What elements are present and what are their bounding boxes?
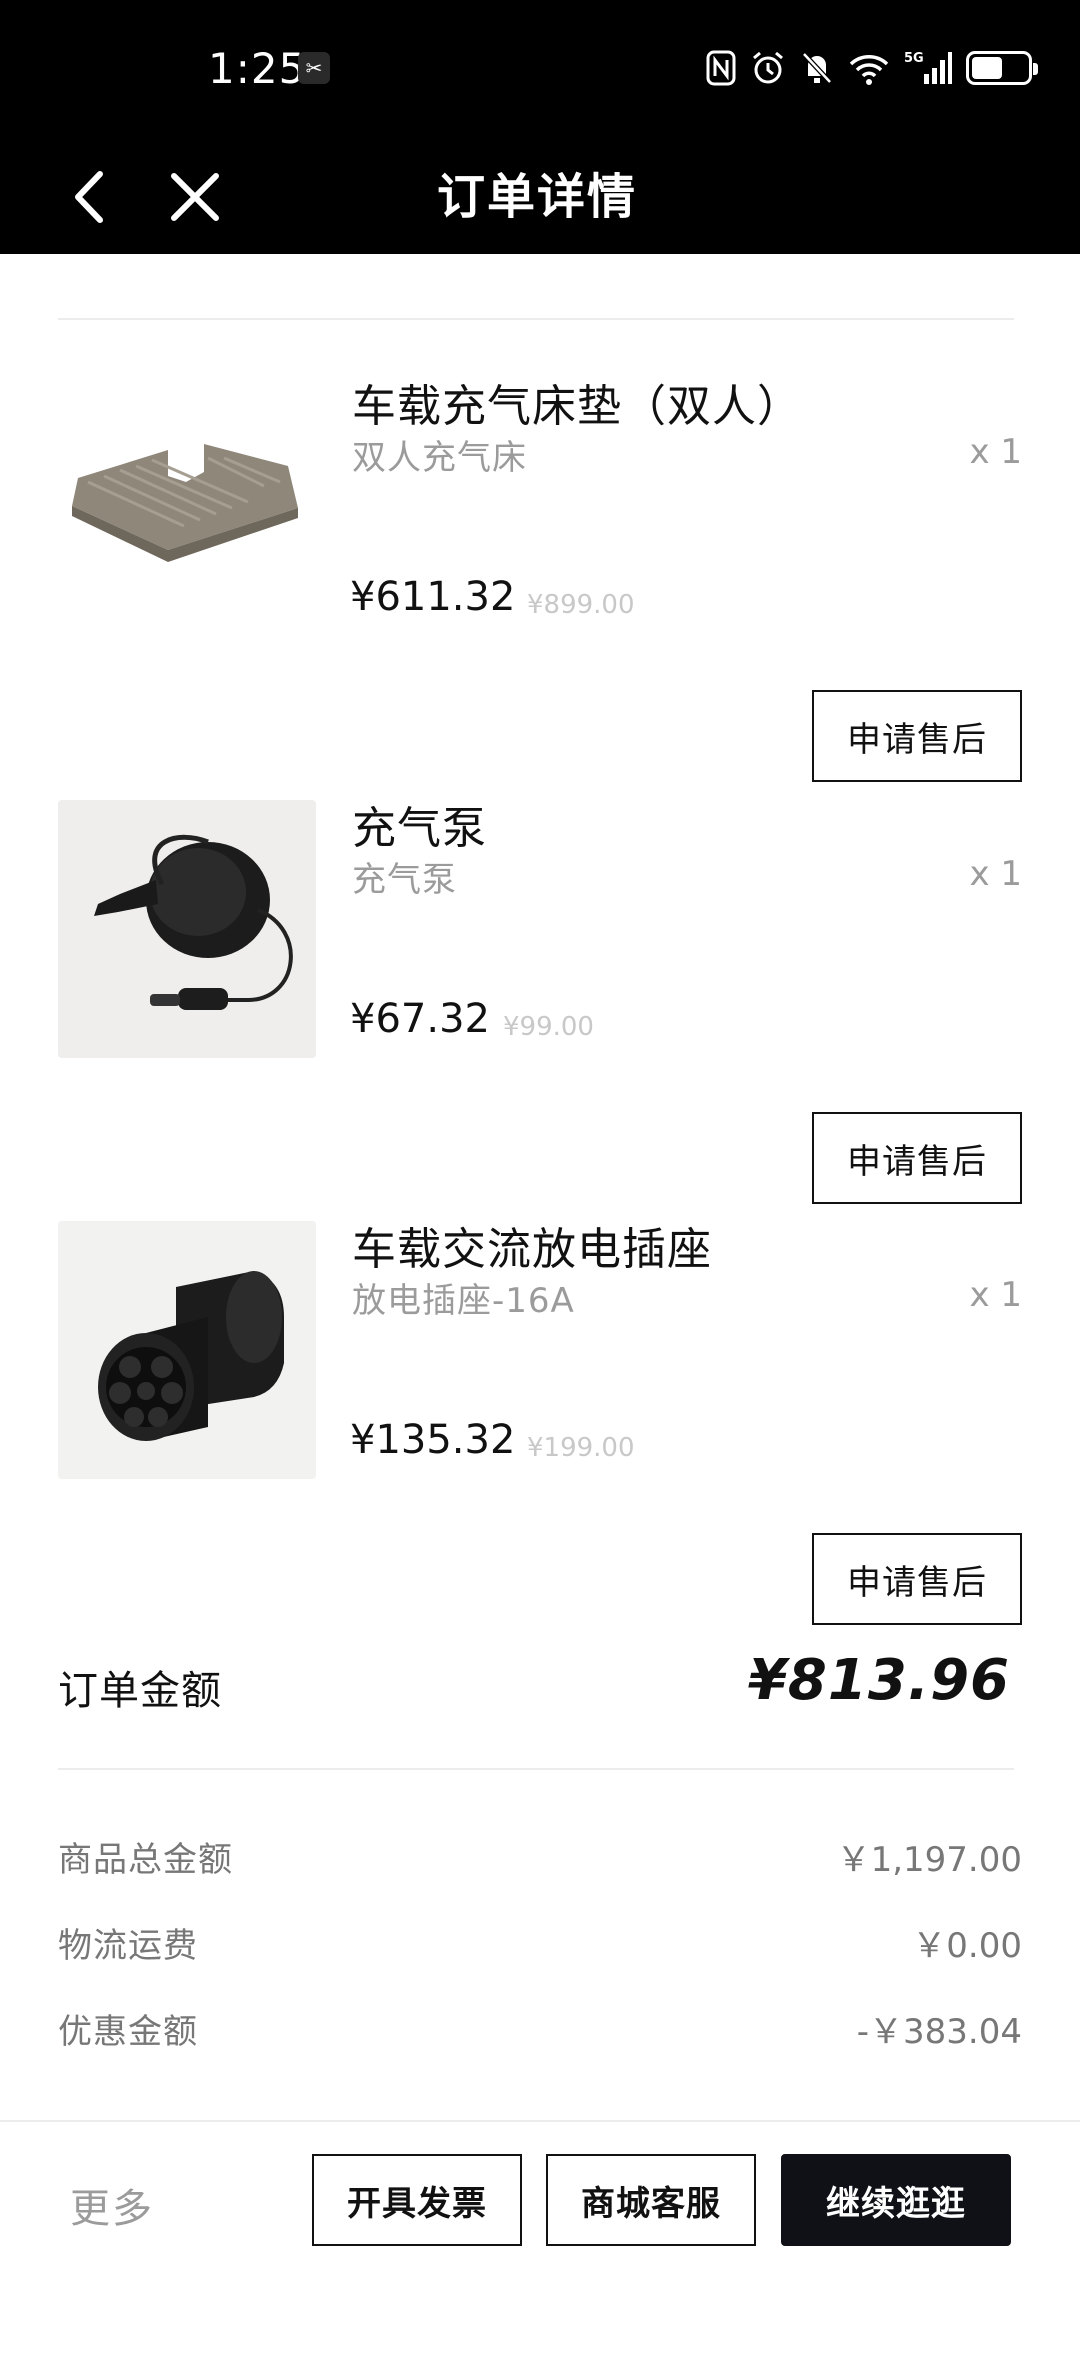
order-total-value: ¥813.96 — [747, 1648, 1010, 1713]
product-original-price: ¥899.00 — [527, 590, 635, 620]
product-name: 充气泵 — [352, 803, 487, 854]
wifi-icon — [848, 50, 890, 86]
product-quantity: x 1 — [969, 432, 1022, 472]
after-sales-button[interactable]: 申请售后 — [812, 690, 1022, 782]
mute-icon — [800, 50, 834, 86]
shipping-fee-label: 物流运费 — [58, 1926, 198, 1966]
product-name: 车载交流放电插座 — [352, 1224, 712, 1275]
product-item[interactable]: 充气泵 充气泵 x 1 ¥67.32 ¥99.00 申请售后 — [0, 800, 1080, 1220]
battery-icon — [966, 50, 1038, 86]
shipping-fee-value: ￥0.00 — [912, 1926, 1022, 1966]
product-item[interactable]: 车载充气床垫（双人） 双人充气床 x 1 ¥611.32 ¥899.00 申请售… — [0, 378, 1080, 798]
product-name: 车载充气床垫（双人） — [352, 381, 802, 432]
status-bar: 1:25 ✂ 5G — [0, 0, 1080, 140]
page-title: 订单详情 — [436, 169, 637, 225]
continue-shopping-button[interactable]: 继续逛逛 — [781, 2154, 1011, 2246]
order-total-label: 订单金额 — [58, 1668, 222, 1714]
product-price: ¥135.32 — [350, 1417, 516, 1463]
product-original-price: ¥199.00 — [527, 1433, 635, 1463]
divider — [58, 318, 1014, 320]
alarm-icon — [750, 50, 786, 86]
discount-value: -￥383.04 — [856, 2012, 1022, 2052]
app-notification-icon: ✂ — [298, 52, 330, 84]
product-item[interactable]: 车载交流放电插座 放电插座-16A x 1 ¥135.32 ¥199.00 申请… — [0, 1221, 1080, 1641]
issue-invoice-button[interactable]: 开具发票 — [312, 2154, 522, 2246]
after-sales-button[interactable]: 申请售后 — [812, 1112, 1022, 1204]
product-spec: 充气泵 — [352, 860, 457, 900]
cellular-signal-icon: 5G — [904, 50, 952, 86]
customer-service-button[interactable]: 商城客服 — [546, 2154, 756, 2246]
nav-bar: 订单详情 — [0, 140, 1080, 254]
discount-label: 优惠金额 — [58, 2012, 198, 2052]
product-spec: 双人充气床 — [352, 438, 527, 478]
status-icons: 5G — [706, 46, 1038, 90]
divider — [58, 1768, 1014, 1770]
svg-text:5G: 5G — [904, 51, 924, 66]
product-image-air-mattress — [58, 378, 316, 636]
product-original-price: ¥99.00 — [503, 1012, 594, 1042]
nfc-icon — [706, 50, 736, 86]
more-button[interactable]: 更多 — [70, 2176, 154, 2234]
after-sales-button[interactable]: 申请售后 — [812, 1533, 1022, 1625]
product-quantity: x 1 — [969, 1275, 1022, 1315]
goods-total-value: ￥1,197.00 — [836, 1840, 1022, 1880]
product-image-air-pump — [58, 800, 316, 1058]
product-price: ¥611.32 — [350, 574, 516, 620]
goods-total-label: 商品总金额 — [58, 1840, 233, 1880]
status-time: 1:25 — [208, 44, 307, 93]
product-image-discharge-socket — [58, 1221, 316, 1479]
bottom-action-bar: 更多 开具发票 商城客服 继续逛逛 — [0, 2120, 1080, 2376]
product-spec: 放电插座-16A — [352, 1281, 575, 1321]
product-price: ¥67.32 — [350, 996, 490, 1042]
product-quantity: x 1 — [969, 854, 1022, 894]
